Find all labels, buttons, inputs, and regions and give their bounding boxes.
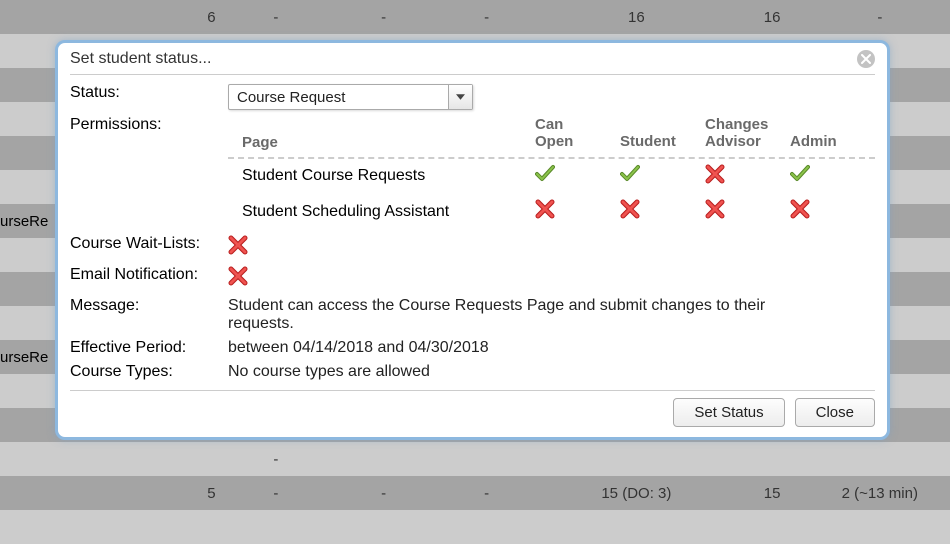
- email-label: Email Notification:: [70, 266, 228, 284]
- waitlists-label: Course Wait-Lists:: [70, 235, 228, 253]
- permissions-label: Permissions:: [70, 116, 228, 134]
- types-label: Course Types:: [70, 363, 228, 381]
- perm-col-admin: Admin: [790, 133, 875, 150]
- cross-icon: [705, 164, 725, 184]
- perm-page-name: Student Course Requests: [228, 167, 535, 185]
- set-status-dialog: Set student status... Status: Course Req…: [55, 40, 890, 440]
- table-row: -: [0, 442, 950, 476]
- perm-col-page: Page: [228, 134, 535, 151]
- status-dropdown[interactable]: Course Request: [228, 84, 473, 110]
- status-value: Course Request: [229, 89, 448, 106]
- cross-icon: [535, 199, 555, 219]
- message-label: Message:: [70, 297, 228, 315]
- perm-col-student: Student: [620, 133, 705, 150]
- cross-icon: [228, 235, 248, 255]
- table-row: 6 - - - 16 16 -: [0, 0, 950, 34]
- perm-col-advisor: ChangesAdvisor: [705, 116, 790, 151]
- dialog-title: Set student status...: [70, 50, 857, 68]
- permission-row: Student Scheduling Assistant: [228, 194, 875, 229]
- permission-row: Student Course Requests: [228, 159, 875, 194]
- chevron-down-icon: [448, 85, 472, 109]
- set-status-button[interactable]: Set Status: [673, 398, 784, 427]
- types-value: No course types are allowed: [228, 363, 875, 381]
- status-label: Status:: [70, 84, 228, 102]
- cross-icon: [228, 266, 248, 286]
- cross-icon: [790, 199, 810, 219]
- check-icon: [620, 164, 640, 184]
- close-button[interactable]: Close: [795, 398, 875, 427]
- cross-icon: [620, 199, 640, 219]
- table-row: 5 - - - 15 (DO: 3) 15 2 (~13 min): [0, 476, 950, 510]
- message-value: Student can access the Course Requests P…: [228, 297, 875, 333]
- check-icon: [535, 164, 555, 184]
- period-value: between 04/14/2018 and 04/30/2018: [228, 339, 875, 357]
- cross-icon: [705, 199, 725, 219]
- perm-page-name: Student Scheduling Assistant: [228, 203, 535, 221]
- permissions-table: Page CanOpen Student ChangesAdvisor Admi…: [228, 116, 875, 229]
- period-label: Effective Period:: [70, 339, 228, 357]
- close-icon[interactable]: [857, 50, 875, 68]
- check-icon: [790, 164, 810, 184]
- perm-col-canopen: CanOpen: [535, 116, 620, 151]
